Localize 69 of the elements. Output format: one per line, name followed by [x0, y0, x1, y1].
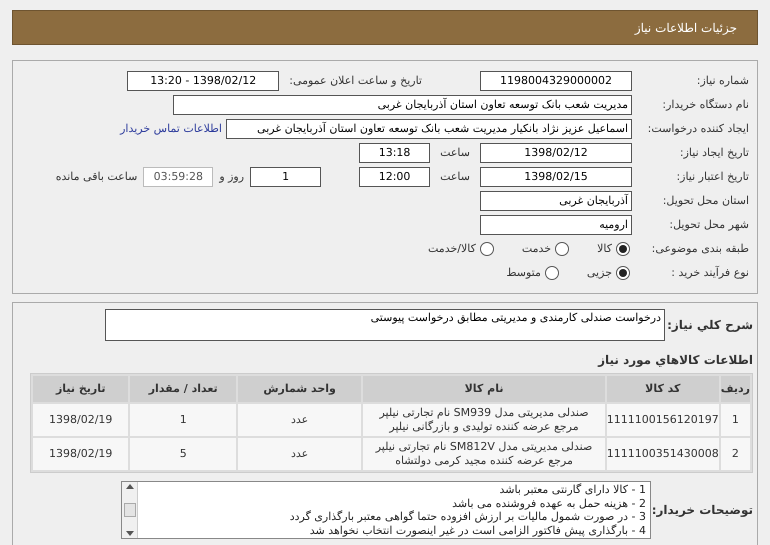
- input-field[interactable]: 1198004329000002: [480, 71, 632, 91]
- input-field[interactable]: ارومیه: [480, 215, 632, 235]
- notes-box[interactable]: [121, 481, 651, 539]
- field-label: شهر محل تحویل:: [669, 218, 749, 231]
- radio-button[interactable]: [616, 266, 630, 280]
- note-line: 3 - در صورت شمول مالیات بر ارزش افزوده حتما گواهی معتبر بارگذاری گردد: [290, 510, 646, 524]
- table-cell: 1398/02/19: [33, 438, 128, 470]
- input-field[interactable]: 1398/02/12 - 13:20: [127, 71, 280, 91]
- table-cell: 2: [720, 438, 750, 470]
- input-field[interactable]: اسماعیل عزیز نژاد بانکیار مدیریت شعب بانک توسعه تعاون استان آذربایجان غربی: [226, 119, 632, 139]
- field-label: تاریخ ایجاد نیاز:: [680, 146, 749, 159]
- remaining-time[interactable]: 03:59:28: [143, 167, 214, 187]
- column-header: تاریخ نیاز: [33, 376, 128, 402]
- table-cell: 5: [130, 438, 236, 470]
- radio-label: جزیی: [586, 264, 612, 281]
- field-label: ساعت: [440, 168, 470, 185]
- field-label: تاریخ و ساعت اعلان عمومی:: [289, 72, 422, 89]
- column-header: ردیف: [720, 376, 750, 402]
- table-cell: صندلی مدیریتی مدل SM939 نام تجارتی نیلپر مرجع عرضه کننده تولیدی و بازرگانی نیلپر: [363, 404, 605, 436]
- table-cell: عدد: [238, 404, 362, 436]
- input-field[interactable]: 1398/02/12: [480, 143, 632, 163]
- radio-label: خدمت: [522, 240, 552, 257]
- scrollbar[interactable]: [122, 482, 138, 538]
- table-cell: 1398/02/19: [33, 404, 128, 436]
- input-field[interactable]: 13:18: [359, 143, 430, 163]
- input-field[interactable]: آذربایجان غربی: [480, 191, 632, 211]
- field-label: نام دستگاه خریدار:: [662, 98, 749, 111]
- radio-button[interactable]: [544, 266, 559, 280]
- section-label: شرح کلي نیاز:: [666, 317, 753, 334]
- column-header: تعداد / مقدار: [130, 376, 236, 402]
- input-field[interactable]: 1398/02/15: [480, 167, 632, 187]
- scroll-up-icon[interactable]: [126, 484, 134, 489]
- column-header: واحد شمارش: [238, 376, 362, 402]
- table-cell: 1111100156120197: [606, 404, 719, 436]
- field-label: ایجاد کننده درخواست:: [648, 122, 749, 135]
- column-header: نام کالا: [363, 376, 605, 402]
- input-field[interactable]: 1: [250, 167, 322, 187]
- radio-button[interactable]: [616, 242, 630, 256]
- table-cell: 1: [130, 404, 236, 436]
- field-label: نوع فرآیند خرید :: [671, 266, 749, 279]
- input-field[interactable]: 12:00: [359, 167, 430, 187]
- table-cell: عدد: [238, 438, 362, 470]
- table-cell: 1111100351430008: [606, 438, 719, 470]
- radio-label: کالا: [597, 240, 612, 257]
- radio-button[interactable]: [555, 242, 570, 256]
- note-line: 1 - کالا دارای گارنتی معتبر باشد: [499, 483, 646, 496]
- field-label: ساعت: [440, 144, 470, 161]
- section-title: اطلاعات کالاهاي مورد نیاز: [598, 352, 753, 369]
- column-header: کد کالا: [606, 376, 719, 402]
- scroll-thumb[interactable]: [124, 503, 136, 517]
- table-cell: 1: [720, 404, 750, 436]
- table-cell: صندلی مدیریتی مدل SM812V نام تجارتی نیلپر مرجع عرضه کننده مجید کرمی دولتشاه: [363, 438, 605, 470]
- description-box[interactable]: درخواست صندلی کارمندی و مدیریتی مطابق درخواست پیوستی: [105, 309, 665, 341]
- scroll-down-icon[interactable]: [126, 531, 134, 536]
- note-line: 4 - بارگذاری پیش فاکتور الزامی است در غیر اینصورت انتخاب نخواهد شد: [310, 524, 646, 537]
- field-label: طبقه بندی موضوعی:: [652, 242, 749, 255]
- field-label: روز و: [219, 168, 244, 185]
- section-label: توضیحات خریدار:: [651, 502, 753, 519]
- field-label: استان محل تحویل:: [662, 194, 749, 207]
- buyer-contact-link[interactable]: اطلاعات تماس خریدار: [120, 120, 222, 138]
- field-label: تاریخ اعتبار نیاز:: [676, 170, 749, 183]
- note-line: 2 - هزینه حمل به عهده فروشنده می باشد: [452, 496, 646, 510]
- radio-button[interactable]: [480, 242, 494, 256]
- page-title: جزئیات اطلاعات نیاز: [634, 20, 737, 36]
- input-field[interactable]: مدیریت شعب بانک توسعه تعاون استان آذربایجان غربی: [173, 95, 632, 115]
- field-label: ساعت باقی مانده: [56, 168, 138, 185]
- radio-label: کالا/خدمت: [428, 240, 476, 257]
- field-label: شماره نیاز:: [696, 74, 749, 87]
- radio-label: متوسط: [506, 264, 541, 281]
